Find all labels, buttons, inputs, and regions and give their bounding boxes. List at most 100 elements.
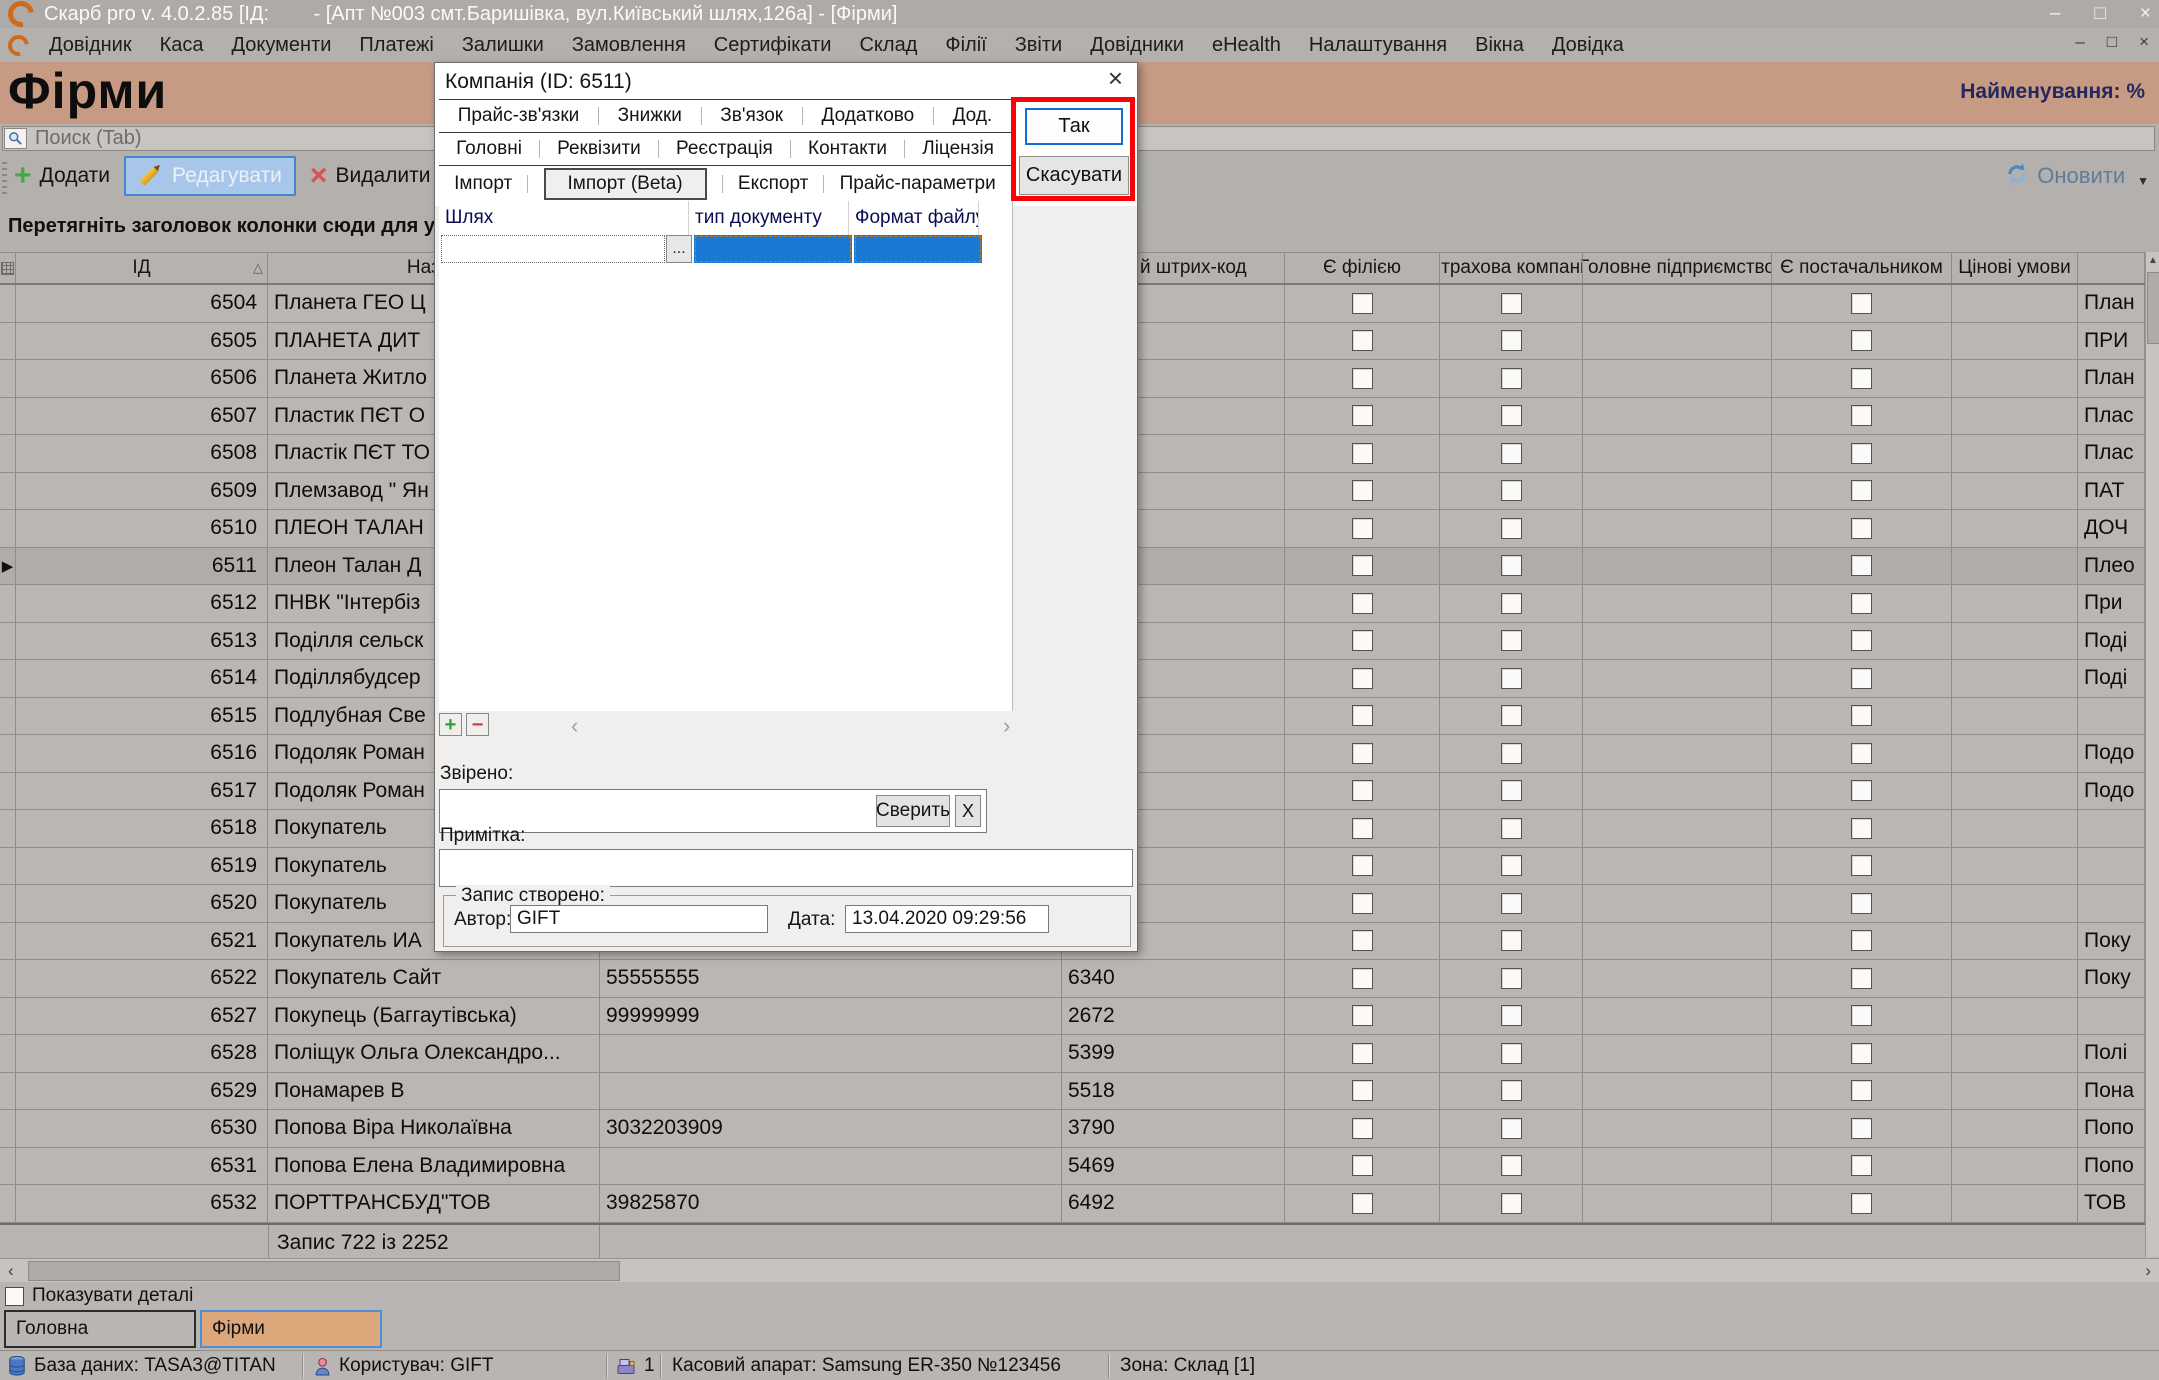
close-button[interactable]: × [2140, 3, 2151, 25]
checkbox-insurance-company[interactable] [1501, 1193, 1522, 1214]
menu-item-12[interactable]: eHealth [1198, 34, 1295, 57]
remove-row-button[interactable]: − [466, 713, 489, 736]
checkbox-is-supplier[interactable] [1851, 1043, 1872, 1064]
checkbox-is-branch[interactable] [1352, 930, 1373, 951]
horizontal-scroll-thumb[interactable] [28, 1261, 620, 1281]
column-header-10[interactable]: Цінові умови [1952, 253, 2078, 283]
checkbox-is-branch[interactable] [1352, 1043, 1373, 1064]
dialog-tab-зв-язок[interactable]: Зв'язок [720, 105, 783, 127]
checkbox-is-branch[interactable] [1352, 780, 1373, 801]
table-row-6527[interactable]: 6527Покупець (Баггаутівська)999999992672 [0, 998, 2145, 1036]
table-row-6529[interactable]: 6529Понамарев В5518Пона [0, 1073, 2145, 1111]
dialog-tab-знижки[interactable]: Знижки [618, 105, 682, 127]
checkbox-is-branch[interactable] [1352, 1193, 1373, 1214]
import-column-header-2[interactable]: тип документу [689, 201, 849, 235]
vertical-scroll-thumb[interactable] [2147, 272, 2159, 344]
checkbox-is-supplier[interactable] [1851, 780, 1872, 801]
checkbox-insurance-company[interactable] [1501, 930, 1522, 951]
menu-item-13[interactable]: Налаштування [1295, 34, 1461, 57]
checkbox-is-supplier[interactable] [1851, 368, 1872, 389]
checkbox-is-branch[interactable] [1352, 480, 1373, 501]
checkbox-is-supplier[interactable] [1851, 668, 1872, 689]
checkbox-is-branch[interactable] [1352, 818, 1373, 839]
checkbox-is-branch[interactable] [1352, 705, 1373, 726]
dialog-tab-прайс-зв-язки[interactable]: Прайс-зв'язки [458, 105, 580, 127]
mdi-close-button[interactable]: × [2139, 32, 2149, 52]
browse-button[interactable]: ... [666, 235, 692, 263]
checkbox-insurance-company[interactable] [1501, 893, 1522, 914]
checkbox-is-branch[interactable] [1352, 368, 1373, 389]
clear-button[interactable]: X [955, 795, 981, 827]
checkbox-is-branch[interactable] [1352, 630, 1373, 651]
menu-item-14[interactable]: Вікна [1461, 34, 1538, 57]
checkbox-is-branch[interactable] [1352, 593, 1373, 614]
tab-firms[interactable]: Фірми [200, 1310, 382, 1348]
checkbox-insurance-company[interactable] [1501, 555, 1522, 576]
checkbox-is-supplier[interactable] [1851, 705, 1872, 726]
checkbox-insurance-company[interactable] [1501, 1005, 1522, 1026]
scroll-right-icon[interactable]: › [2145, 1261, 2151, 1281]
restore-button[interactable]: □ [2094, 3, 2105, 25]
checkbox-is-supplier[interactable] [1851, 1155, 1872, 1176]
note-input[interactable] [439, 849, 1133, 887]
refresh-dropdown-icon[interactable]: ▼ [2137, 174, 2149, 188]
menu-item-11[interactable]: Довідники [1076, 34, 1198, 57]
checkbox-is-branch[interactable] [1352, 293, 1373, 314]
checkbox-insurance-company[interactable] [1501, 443, 1522, 464]
checkbox-is-supplier[interactable] [1851, 405, 1872, 426]
menu-item-3[interactable]: Документи [218, 34, 346, 57]
menu-item-7[interactable]: Сертифікати [700, 34, 846, 57]
checkbox-insurance-company[interactable] [1501, 855, 1522, 876]
checkbox-is-branch[interactable] [1352, 1155, 1373, 1176]
dialog-close-icon[interactable]: × [1108, 65, 1123, 91]
checkbox-insurance-company[interactable] [1501, 705, 1522, 726]
column-header-2[interactable]: ІД△ [16, 253, 268, 283]
dialog-tab-імпорт-beta-[interactable]: Імпорт (Beta) [544, 168, 707, 200]
dialog-tab-прайс-параметри[interactable]: Прайс-параметри [840, 173, 996, 195]
file-format-cell[interactable] [854, 235, 982, 263]
checkbox-is-branch[interactable] [1352, 893, 1373, 914]
pager-next-icon[interactable]: › [1003, 713, 1010, 739]
checkbox-insurance-company[interactable] [1501, 1043, 1522, 1064]
checkbox-is-supplier[interactable] [1851, 855, 1872, 876]
tab-main[interactable]: Головна [4, 1310, 196, 1348]
checkbox-is-branch[interactable] [1352, 968, 1373, 989]
checkbox-is-supplier[interactable] [1851, 555, 1872, 576]
checkbox-is-branch[interactable] [1352, 855, 1373, 876]
add-row-button[interactable]: + [439, 713, 462, 736]
dialog-tab-головні[interactable]: Головні [456, 138, 522, 160]
horizontal-scrollbar[interactable]: ‹ › [0, 1258, 2159, 1282]
cancel-button[interactable]: Скасувати [1019, 156, 1129, 195]
checkbox-insurance-company[interactable] [1501, 780, 1522, 801]
menu-item-10[interactable]: Звіти [1001, 34, 1076, 57]
date-field[interactable]: 13.04.2020 09:29:56 [845, 905, 1049, 933]
checkbox-is-branch[interactable] [1352, 405, 1373, 426]
column-header-7[interactable]: Страхова компанія [1440, 253, 1583, 283]
dialog-tab-реєстрація[interactable]: Реєстрація [676, 138, 773, 160]
table-row-6522[interactable]: 6522Покупатель Сайт555555556340Поку [0, 960, 2145, 998]
checkbox-is-supplier[interactable] [1851, 293, 1872, 314]
checkbox-is-supplier[interactable] [1851, 930, 1872, 951]
checkbox-is-supplier[interactable] [1851, 893, 1872, 914]
checkbox-insurance-company[interactable] [1501, 1155, 1522, 1176]
menu-item-1[interactable]: Довідник [35, 34, 146, 57]
checkbox-is-supplier[interactable] [1851, 1005, 1872, 1026]
column-header-8[interactable]: Головне підприємство [1583, 253, 1772, 283]
checkbox-is-supplier[interactable] [1851, 443, 1872, 464]
menu-item-9[interactable]: Філії [931, 34, 1000, 57]
vertical-scrollbar[interactable]: ▲ [2145, 252, 2159, 1257]
menu-item-4[interactable]: Платежі [345, 34, 447, 57]
checkbox-is-supplier[interactable] [1851, 968, 1872, 989]
scroll-up-icon[interactable]: ▲ [2146, 255, 2159, 266]
column-header-6[interactable]: Є філією [1285, 253, 1440, 283]
checkbox-is-branch[interactable] [1352, 1080, 1373, 1101]
checkbox-insurance-company[interactable] [1501, 480, 1522, 501]
menu-item-15[interactable]: Довідка [1538, 34, 1638, 57]
checkbox-insurance-company[interactable] [1501, 743, 1522, 764]
path-input[interactable] [441, 235, 665, 263]
checkbox-insurance-company[interactable] [1501, 293, 1522, 314]
show-details-checkbox[interactable] [5, 1287, 24, 1306]
ok-button[interactable]: Так [1025, 108, 1123, 145]
checkbox-is-supplier[interactable] [1851, 1193, 1872, 1214]
checkbox-is-supplier[interactable] [1851, 818, 1872, 839]
